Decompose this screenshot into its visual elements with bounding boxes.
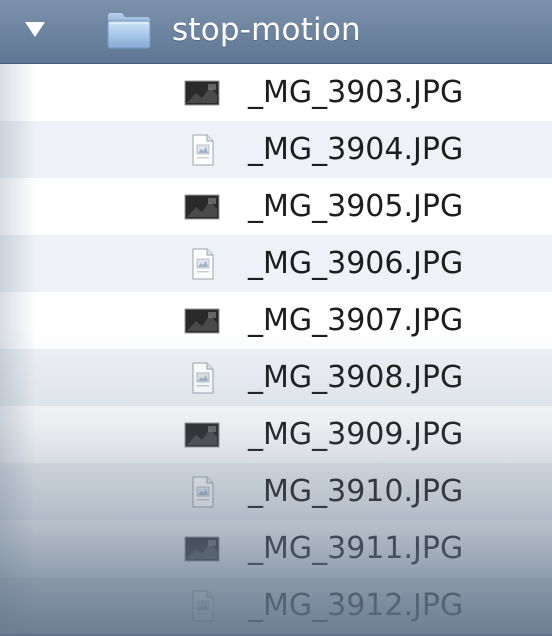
file-name: _MG_3905.JPG (248, 189, 464, 224)
image-thumbnail-icon (184, 536, 220, 562)
folder-name: stop-motion (172, 12, 361, 48)
file-row[interactable]: _MG_3903.JPG (0, 64, 552, 121)
file-name: _MG_3904.JPG (248, 132, 464, 167)
file-row[interactable]: _MG_3907.JPG (0, 292, 552, 349)
file-name: _MG_3908.JPG (248, 360, 464, 395)
file-name: _MG_3903.JPG (248, 75, 464, 110)
file-name: _MG_3911.JPG (248, 531, 464, 566)
file-list: _MG_3903.JPG _MG_3904.JPG _MG_3905.JPG _… (0, 64, 552, 636)
finder-file-list: stop-motion _MG_3903.JPG _MG_3904.JPG _M… (0, 0, 552, 636)
file-row[interactable]: _MG_3910.JPG (0, 463, 552, 520)
image-thumbnail-icon (184, 194, 220, 220)
file-row[interactable]: _MG_3912.JPG (0, 577, 552, 634)
file-name: _MG_3912.JPG (248, 588, 464, 623)
document-icon (192, 362, 214, 394)
image-thumbnail-icon (184, 308, 220, 334)
file-row[interactable]: _MG_3908.JPG (0, 349, 552, 406)
file-row[interactable]: _MG_3905.JPG (0, 178, 552, 235)
file-name: _MG_3909.JPG (248, 417, 464, 452)
file-name: _MG_3910.JPG (248, 474, 464, 509)
file-row[interactable]: _MG_3904.JPG (0, 121, 552, 178)
folder-row-stop-motion[interactable]: stop-motion (0, 0, 552, 64)
document-icon (192, 248, 214, 280)
image-thumbnail-icon (184, 422, 220, 448)
image-thumbnail-icon (184, 80, 220, 106)
file-row[interactable]: _MG_3906.JPG (0, 235, 552, 292)
file-row[interactable]: _MG_3909.JPG (0, 406, 552, 463)
folder-icon (107, 13, 151, 49)
file-row[interactable]: _MG_3911.JPG (0, 520, 552, 577)
disclosure-triangle-icon[interactable] (25, 22, 45, 37)
file-name: _MG_3906.JPG (248, 246, 464, 281)
document-icon (192, 134, 214, 166)
document-icon (192, 476, 214, 508)
document-icon (192, 590, 214, 622)
file-name: _MG_3907.JPG (248, 303, 464, 338)
